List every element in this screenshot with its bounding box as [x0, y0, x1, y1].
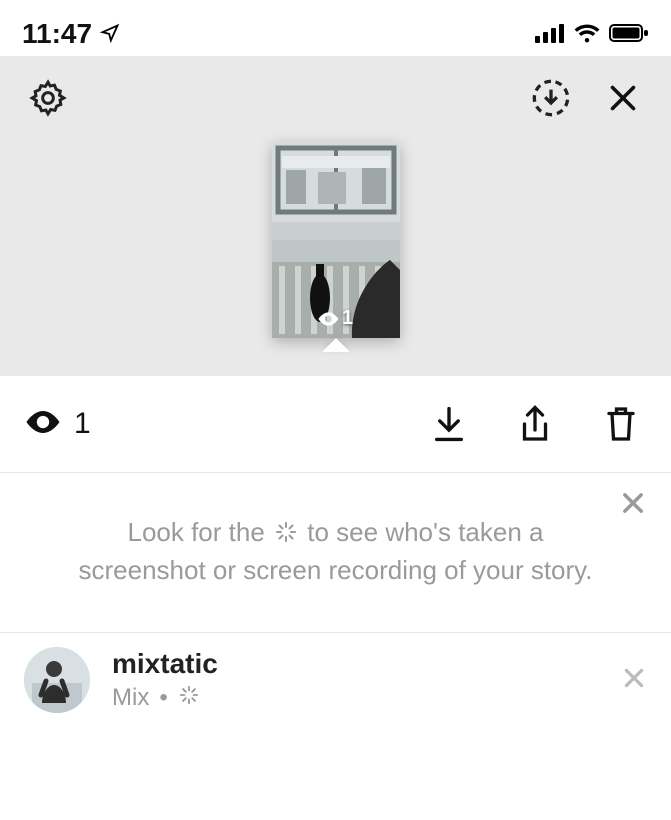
status-right [535, 18, 649, 50]
location-icon [100, 18, 120, 50]
screenshot-indicator-icon [178, 684, 200, 713]
hint-text-before: Look for the [127, 517, 264, 547]
viewer-row[interactable]: mixtatic Mix • [0, 633, 671, 727]
share-button[interactable] [511, 400, 559, 448]
cellular-icon [535, 18, 565, 50]
hint-dismiss-button[interactable] [619, 489, 647, 526]
viewer-separator: • [159, 684, 167, 712]
story-thumbnail[interactable]: 1 [272, 142, 400, 338]
story-action-bar: 1 [0, 376, 671, 473]
viewer-display-name: Mix [112, 684, 149, 712]
viewer-hide-button[interactable] [621, 665, 647, 696]
views-count[interactable]: 1 [26, 407, 91, 441]
delete-button[interactable] [597, 400, 645, 448]
status-bar: 11:47 [0, 0, 671, 56]
viewer-username: mixtatic [112, 648, 599, 680]
battery-icon [609, 18, 649, 50]
screenshot-hint-banner: Look for the to see who's taken a screen… [0, 473, 671, 633]
close-button[interactable] [599, 74, 647, 122]
settings-button[interactable] [24, 74, 72, 122]
thumbnail-view-count: 1 [318, 307, 353, 330]
story-archive-header: 1 [0, 56, 671, 376]
views-number: 1 [74, 407, 91, 441]
wifi-icon [573, 18, 601, 50]
eye-icon [26, 407, 60, 441]
download-button[interactable] [425, 400, 473, 448]
viewer-subtitle: Mix • [112, 684, 599, 713]
thumbnail-pointer [322, 338, 350, 352]
status-left: 11:47 [22, 18, 120, 50]
thumbnail-view-number: 1 [342, 307, 353, 330]
status-time: 11:47 [22, 18, 92, 50]
save-story-button[interactable] [527, 74, 575, 122]
screenshot-burst-icon [274, 518, 298, 553]
story-thumbnail-container: 1 [272, 142, 400, 338]
avatar[interactable] [24, 647, 90, 713]
viewer-meta: mixtatic Mix • [112, 648, 599, 713]
